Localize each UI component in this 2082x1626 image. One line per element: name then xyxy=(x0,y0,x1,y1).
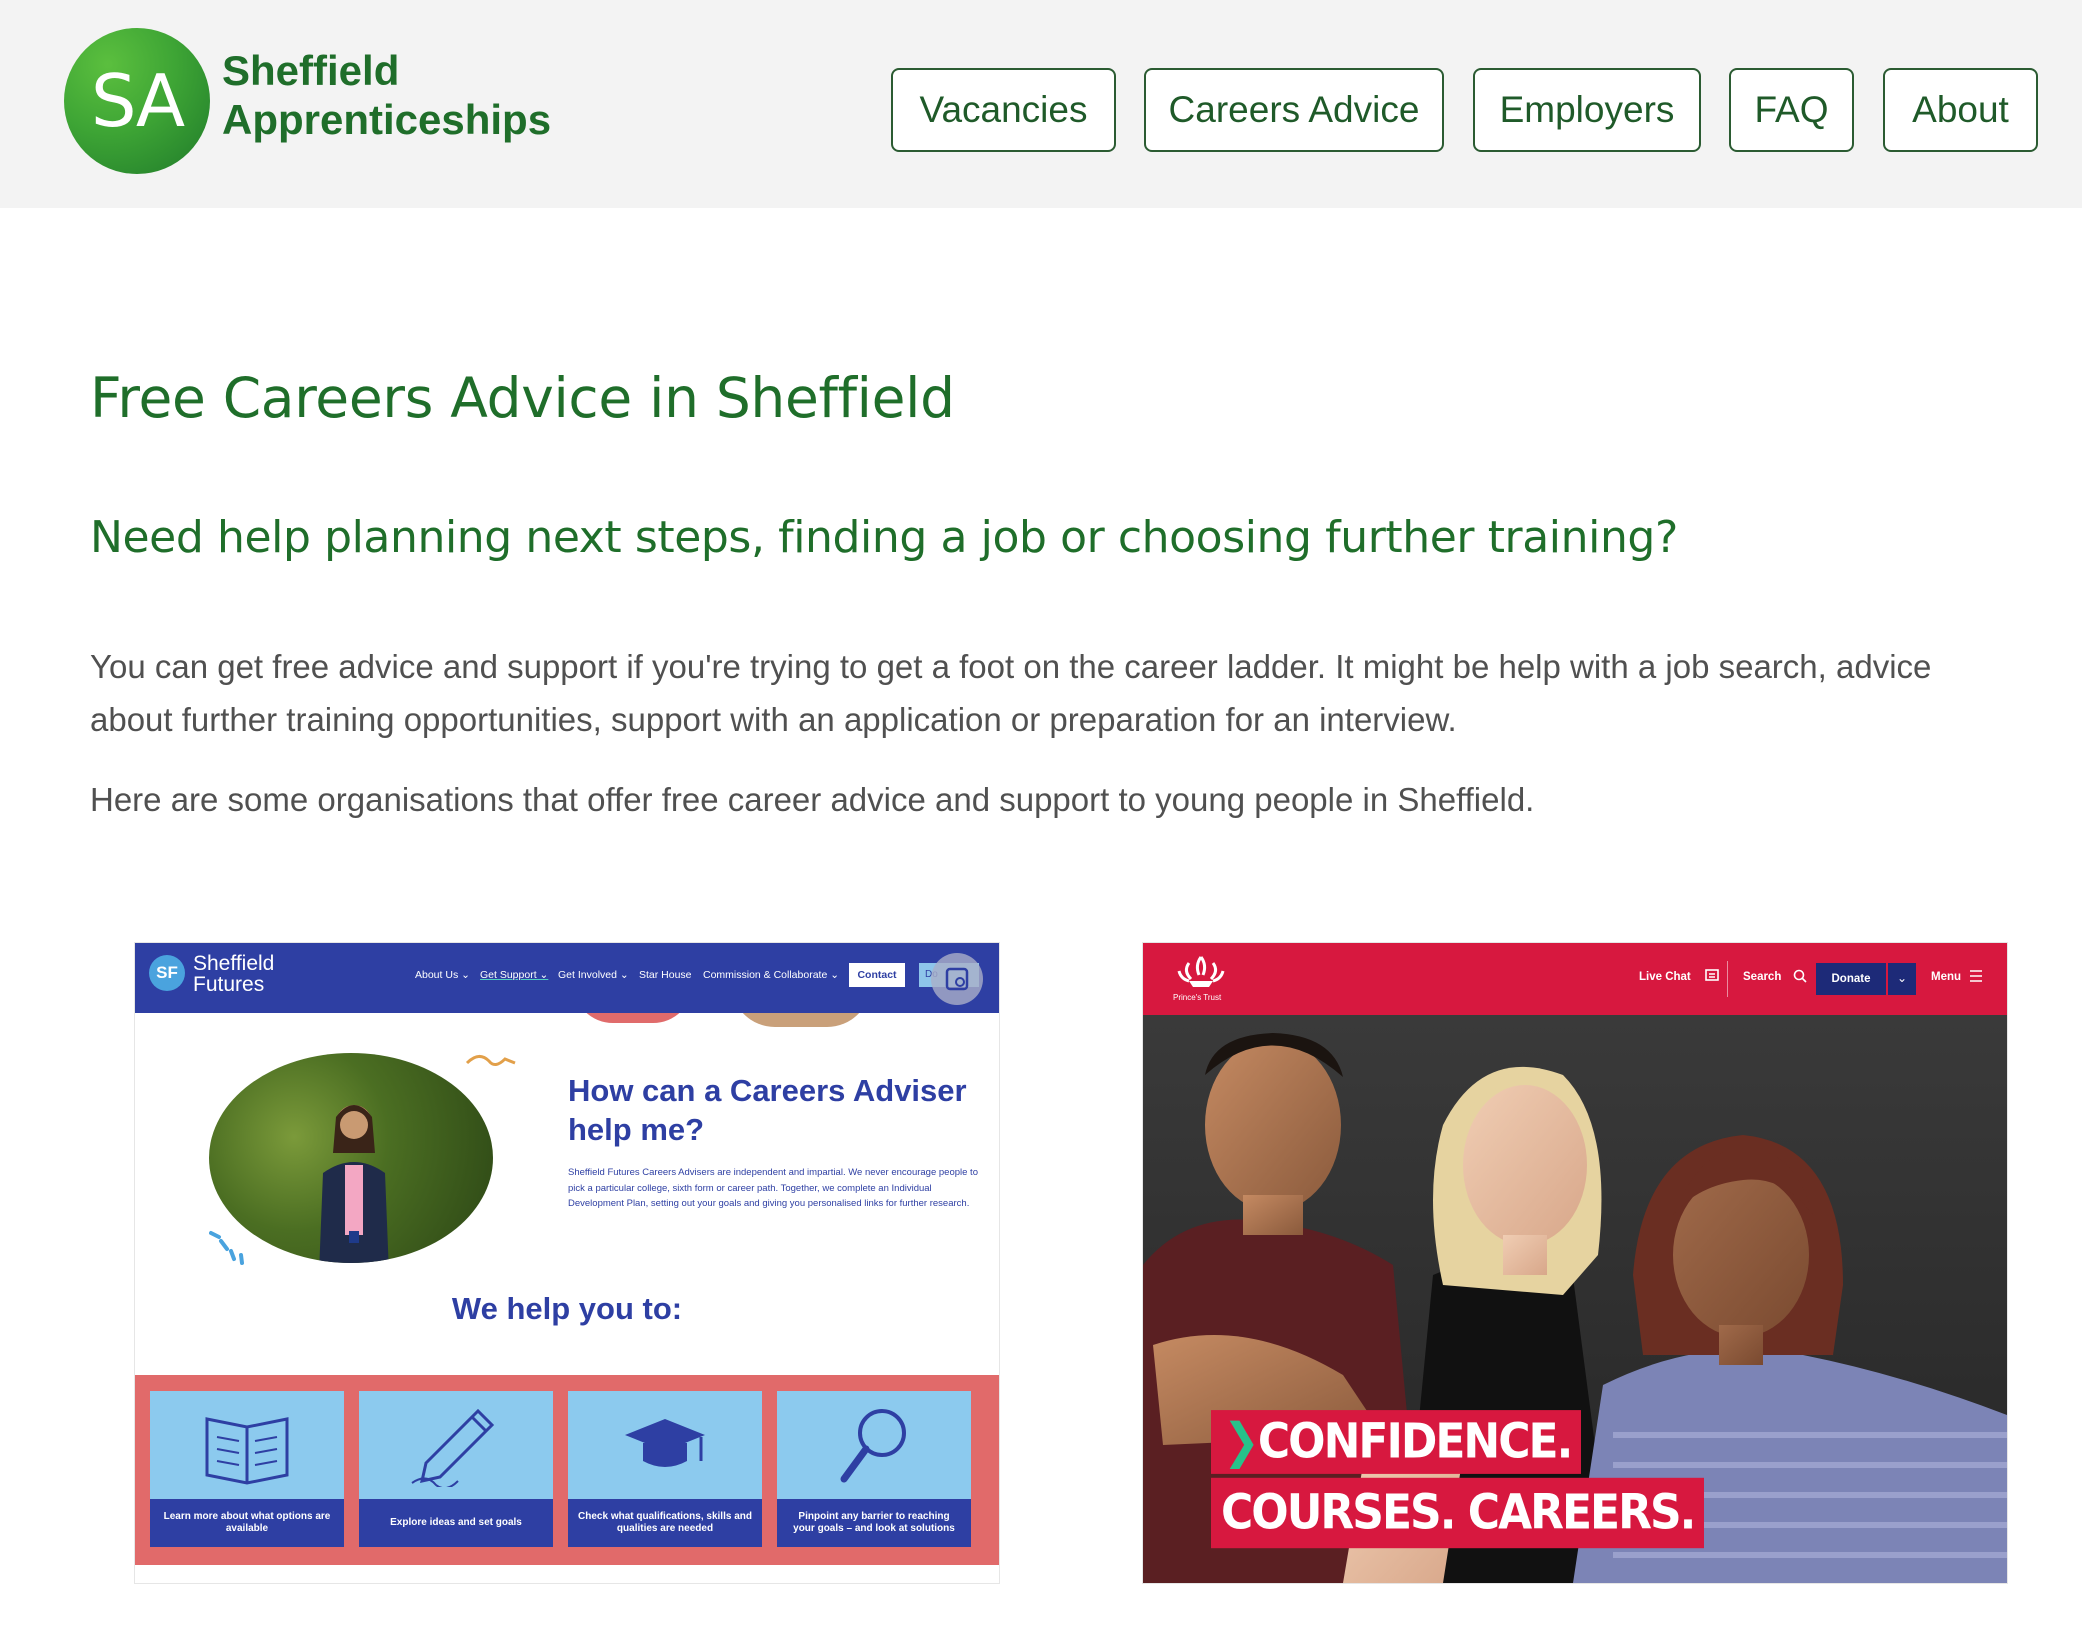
sf-name-line1: Sheffield xyxy=(193,952,275,975)
sheffield-futures-card[interactable]: SF Sheffield Futures About Us ⌄ Get Supp… xyxy=(134,942,1000,1584)
sf-nav-get-involved: Get Involved ⌄ xyxy=(558,969,629,981)
chat-icon xyxy=(1705,969,1719,981)
sf-nav-about-us: About Us ⌄ xyxy=(415,969,470,981)
sf-nav-commission: Commission & Collaborate ⌄ xyxy=(703,969,840,981)
doodle-dashes-icon xyxy=(209,1231,244,1265)
nav-careers-advice[interactable]: Careers Advice xyxy=(1144,68,1444,152)
brand-name-line1: Sheffield xyxy=(222,47,400,94)
pt-donate-button: Donate xyxy=(1816,963,1886,995)
pt-tagline-courses-careers: COURSES. CAREERS. xyxy=(1211,1477,1705,1549)
doodle-arrow-icon xyxy=(465,1055,516,1066)
sf-tile-caption: Explore ideas and set goals xyxy=(359,1499,553,1547)
sf-contact-button: Contact xyxy=(849,963,905,987)
nav-about[interactable]: About xyxy=(1883,68,2038,152)
sf-nav-get-support: Get Support ⌄ xyxy=(480,969,549,981)
sf-name-line2: Futures xyxy=(193,973,265,996)
sf-body-text: Sheffield Futures Careers Advisers are i… xyxy=(568,1167,978,1209)
sf-tile-caption: Pinpoint any barrier to reaching your go… xyxy=(777,1499,971,1547)
pencil-icon xyxy=(411,1408,495,1487)
menu-icon xyxy=(1970,970,1982,982)
nav-employers[interactable]: Employers xyxy=(1473,68,1701,152)
brand-name-line2: Apprenticeships xyxy=(222,96,552,143)
chevron-down-icon: ⌄ xyxy=(1888,963,1916,995)
sheffield-futures-logo-text: Sheffield Futures xyxy=(193,953,274,995)
page-subtitle: Need help planning next steps, finding a… xyxy=(90,512,1678,563)
princes-trust-crest-icon xyxy=(1177,956,1225,987)
arrow-right-icon: ❯ xyxy=(1223,1413,1260,1470)
nav-vacancies[interactable]: Vacancies xyxy=(891,68,1116,152)
pt-menu: Menu xyxy=(1931,971,1962,983)
pt-tagline-confidence: ❯CONFIDENCE. xyxy=(1211,1410,1582,1474)
organisations-paragraph: Here are some organisations that offer f… xyxy=(90,781,1535,818)
sheffield-futures-logo-icon: SF xyxy=(149,955,185,991)
search-icon xyxy=(1793,969,1807,983)
sf-help-title: We help you to: xyxy=(451,1291,683,1326)
sf-tiles-panel: Learn more about what options are availa… xyxy=(135,1375,999,1565)
sf-tile-caption: Learn more about what options are availa… xyxy=(150,1499,344,1547)
princes-trust-name: Prince's Trust xyxy=(1173,993,1222,1002)
sf-tile: Check what qualifications, skills and qu… xyxy=(568,1391,762,1547)
sheffield-futures-navbar: SF Sheffield Futures About Us ⌄ Get Supp… xyxy=(135,943,999,1013)
nav-faq[interactable]: FAQ xyxy=(1729,68,1854,152)
pt-search: Search xyxy=(1743,971,1782,983)
magnifier-icon xyxy=(840,1409,906,1483)
page-title: Free Careers Advice in Sheffield xyxy=(90,366,955,430)
sf-tile: Explore ideas and set goals xyxy=(359,1391,553,1547)
sf-tile: Pinpoint any barrier to reaching your go… xyxy=(777,1391,971,1547)
graduation-cap-icon xyxy=(625,1419,705,1467)
princes-trust-navbar: Prince's Trust Live Chat Search Donate ⌄… xyxy=(1143,943,2007,1015)
sf-tile-caption: Check what qualifications, skills and qu… xyxy=(568,1499,762,1547)
sf-nav-star-house: Star House xyxy=(639,969,692,981)
intro-paragraph: You can get free advice and support if y… xyxy=(90,648,1932,738)
book-icon xyxy=(205,1417,289,1485)
site-header: SA Sheffield Apprenticeships Vacancies C… xyxy=(0,0,2082,208)
pt-nav-divider xyxy=(1727,961,1728,997)
site-brand-name[interactable]: Sheffield Apprenticeships xyxy=(222,46,551,144)
pt-live-chat: Live Chat xyxy=(1639,971,1691,983)
princes-trust-card[interactable]: Prince's Trust Live Chat Search Donate ⌄… xyxy=(1142,942,2008,1584)
sf-heading: How can a Careers Adviser help me? xyxy=(568,1073,967,1147)
screenshot-overlay-icon xyxy=(931,953,983,1005)
sf-tile: Learn more about what options are availa… xyxy=(150,1391,344,1547)
pt-tagline-line1: CONFIDENCE. xyxy=(1257,1413,1573,1470)
site-logo[interactable]: SA xyxy=(64,28,210,174)
